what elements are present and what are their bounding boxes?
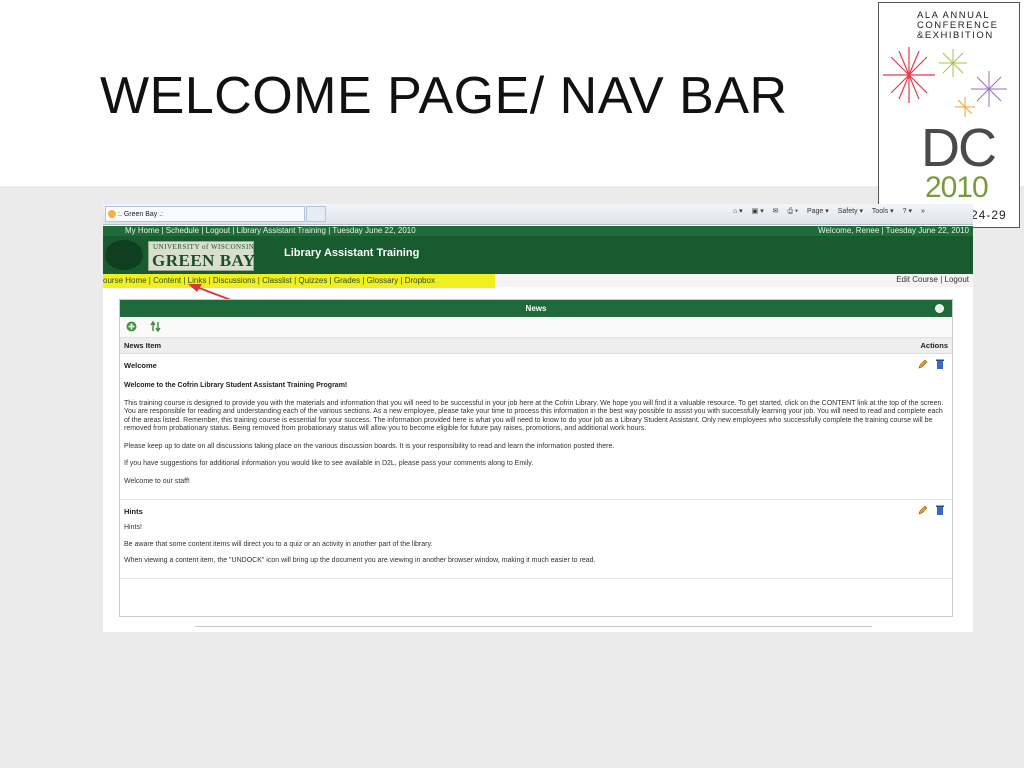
news-item: Hints Hints! Be aware that some content …	[120, 500, 952, 579]
sun-icon	[108, 210, 116, 218]
ala-year-text: 2010	[925, 171, 989, 204]
ala-dc-text: DC	[921, 118, 997, 178]
nav-content[interactable]: Content	[153, 276, 181, 285]
col-actions: Actions	[920, 341, 948, 350]
collapse-icon[interactable]	[935, 304, 944, 313]
ala-dates-text: 24-29	[971, 208, 1007, 222]
browser-command-bar: ⌂ ▾ ▣ ▾ ✉ ⎙ ▾ Page ▾ Safety ▾ Tools ▾ ? …	[733, 207, 932, 216]
mail-icon[interactable]: ✉	[773, 208, 779, 215]
page-menu[interactable]: Page ▾	[807, 208, 829, 215]
nav-course-home[interactable]: ourse Home	[103, 276, 147, 285]
news-item-title: Welcome	[124, 361, 157, 370]
news-item-actions	[918, 359, 944, 371]
uwgb-logo[interactable]: UNIVERSITY of WISCONSIN GREEN BAY	[148, 241, 256, 271]
course-banner: UNIVERSITY of WISCONSIN GREEN BAY Librar…	[103, 236, 973, 274]
top-links-right[interactable]: Welcome, Renee | Tuesday June 22, 2010	[818, 226, 969, 236]
print-icon[interactable]: ⎙ ▾	[788, 208, 799, 215]
news-widget: News News Item Actions Welcome Welcome t…	[119, 299, 953, 617]
d2l-screenshot: :. Green Bay .: ⌂ ▾ ▣ ▾ ✉ ⎙ ▾ Page ▾ Saf…	[103, 204, 973, 632]
top-links-left[interactable]: My Home | Schedule | Logout | Library As…	[125, 226, 416, 236]
browser-tab[interactable]: :. Green Bay .:	[105, 206, 305, 222]
nav-dropbox[interactable]: Dropbox	[405, 276, 435, 285]
edit-course-logout[interactable]: Edit Course | Logout	[896, 275, 969, 284]
footer-divider	[195, 626, 872, 627]
help-icon[interactable]: ? ▾	[903, 208, 912, 215]
more-chevron-icon[interactable]: »	[921, 208, 925, 215]
news-header-title: News	[525, 304, 547, 313]
tools-menu[interactable]: Tools ▾	[872, 208, 894, 215]
delete-trash-icon[interactable]	[936, 359, 944, 369]
news-item-paragraph: Welcome to our staff!	[124, 477, 190, 485]
news-item-paragraph: Be aware that some content items will di…	[124, 540, 433, 548]
phoenix-mascot-icon	[105, 240, 143, 270]
news-item-actions	[918, 505, 944, 517]
reorder-icon[interactable]	[150, 321, 161, 332]
news-item-title: Hints	[124, 507, 143, 516]
add-news-icon[interactable]	[126, 321, 137, 332]
news-item-paragraph: If you have suggestions for additional i…	[124, 460, 534, 467]
uwgb-logo-small: UNIVERSITY of WISCONSIN	[153, 243, 255, 251]
news-item-paragraph: Welcome to the Cofrin Library Student As…	[124, 382, 348, 389]
d2l-top-links: My Home | Schedule | Logout | Library As…	[103, 226, 973, 236]
edit-pencil-icon[interactable]	[918, 505, 928, 515]
uwgb-logo-big: GREEN BAY	[152, 251, 256, 270]
news-header: News	[120, 300, 952, 317]
news-toolbar	[120, 317, 952, 338]
news-item: Welcome Welcome to the Cofrin Library St…	[120, 354, 952, 500]
news-column-header: News Item Actions	[120, 338, 952, 354]
safety-menu[interactable]: Safety ▾	[838, 208, 863, 215]
fireworks-icon	[883, 47, 1007, 117]
ala-conference-logo: ALA ANNUAL CONFERENCE &EXHIBITION DC 201…	[878, 2, 1020, 228]
news-item-paragraph: This training course is designed to prov…	[124, 399, 944, 433]
delete-trash-icon[interactable]	[936, 505, 944, 515]
home-icon[interactable]: ⌂ ▾	[733, 208, 743, 215]
edit-pencil-icon[interactable]	[918, 359, 928, 369]
nav-grades[interactable]: Grades	[334, 276, 360, 285]
slide-title: WELCOME PAGE/ NAV BAR	[100, 67, 788, 125]
nav-glossary[interactable]: Glossary	[367, 276, 399, 285]
col-news-item: News Item	[124, 341, 162, 350]
news-item-paragraph: Hints!	[124, 524, 142, 531]
news-item-paragraph: Please keep up to date on all discussion…	[124, 442, 615, 450]
new-tab-button[interactable]	[306, 206, 326, 222]
course-title: Library Assistant Training	[284, 247, 420, 259]
browser-tab-title: :. Green Bay .:	[118, 211, 164, 218]
feeds-icon[interactable]: ▣ ▾	[752, 208, 764, 215]
news-item-paragraph: When viewing a content item, the "UNDOCK…	[124, 557, 596, 564]
browser-toolbar: :. Green Bay .: ⌂ ▾ ▣ ▾ ✉ ⎙ ▾ Page ▾ Saf…	[103, 204, 973, 225]
